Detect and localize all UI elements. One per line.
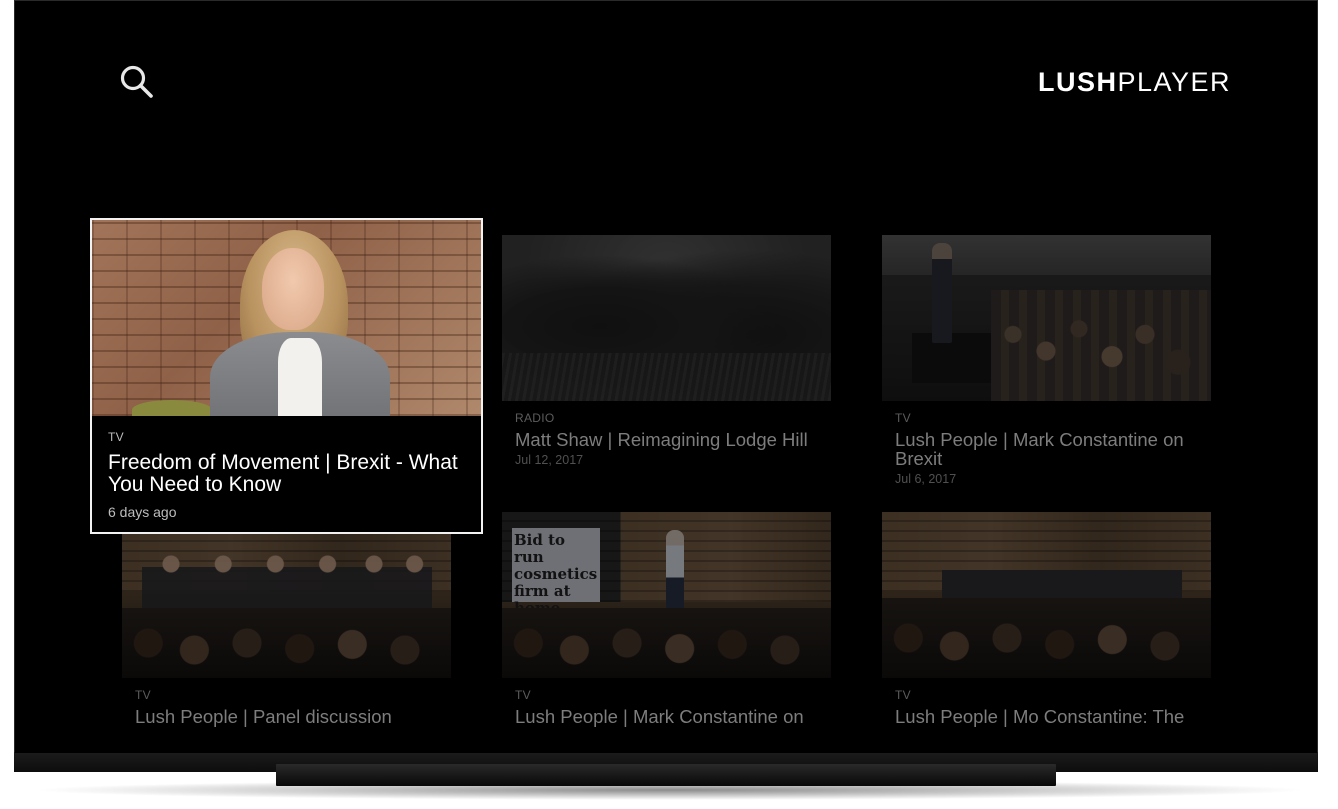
video-card-mo-constantine[interactable]: TV Lush People | Mo Constantine: The [882, 512, 1211, 726]
card-date: Jul 12, 2017 [515, 453, 584, 467]
video-thumbnail [882, 512, 1211, 678]
card-meta: TV Lush People | Panel discussion [122, 678, 451, 726]
card-meta: RADIO Matt Shaw | Reimagining Lodge Hill… [502, 401, 831, 467]
video-thumbnail [92, 220, 481, 416]
thumbnail-sign: Bid to run cosmetics firm at home [512, 528, 600, 617]
card-meta: TV Lush People | Mark Constantine on Bre… [882, 401, 1211, 486]
search-button[interactable] [118, 63, 156, 101]
card-category: TV [895, 411, 911, 425]
thumbnail-person-shirt [278, 338, 322, 416]
card-category: TV [135, 688, 151, 702]
video-card-mark-constantine[interactable]: Bid to run cosmetics firm at home TV Lus… [502, 512, 831, 726]
thumbnail-sofa [942, 570, 1182, 598]
thumbnail-crowd [991, 290, 1211, 401]
thumbnail-panelists [142, 552, 432, 612]
thumbnail-ground [502, 353, 831, 401]
video-card-freedom-of-movement[interactable]: TV Freedom of Movement | Brexit - What Y… [90, 218, 483, 534]
thumbnail-stage [912, 333, 1022, 383]
card-category: TV [895, 688, 911, 702]
search-icon [120, 65, 153, 98]
card-title: Lush People | Mo Constantine: The [895, 706, 1185, 727]
video-thumbnail [502, 235, 831, 401]
card-title: Lush People | Mark Constantine on [515, 706, 804, 727]
video-thumbnail [882, 235, 1211, 401]
thumbnail-audience [502, 608, 831, 678]
thumbnail-wood-wall [502, 512, 831, 602]
thumbnail-audience [882, 598, 1211, 678]
thumbnail-tent [882, 235, 1211, 275]
thumbnail-person-face [262, 248, 324, 330]
card-date: 6 days ago [108, 504, 177, 520]
thumbnail-speaker [666, 530, 684, 616]
logo-light-text: PLAYER [1117, 67, 1231, 97]
logo-bold-text: LUSH [1037, 67, 1118, 97]
card-meta: TV Freedom of Movement | Brexit - What Y… [92, 416, 481, 532]
card-meta: TV Lush People | Mark Constantine on [502, 678, 831, 726]
video-thumbnail [122, 512, 451, 678]
card-title: Lush People | Panel discussion [135, 706, 392, 727]
card-category: TV [108, 430, 124, 444]
tv-stand [276, 764, 1056, 786]
video-card-panel-discussion[interactable]: TV Lush People | Panel discussion [122, 512, 451, 726]
card-category: TV [515, 688, 531, 702]
card-title: Freedom of Movement | Brexit - What You … [108, 451, 458, 496]
thumbnail-audience [122, 608, 451, 678]
app-logo: LUSHPLAYER [1038, 67, 1231, 98]
card-meta: TV Lush People | Mo Constantine: The [882, 678, 1211, 726]
card-category: RADIO [515, 411, 555, 425]
card-title: Matt Shaw | Reimagining Lodge Hill [515, 429, 808, 450]
video-thumbnail: Bid to run cosmetics firm at home [502, 512, 831, 678]
thumbnail-chair [132, 400, 212, 416]
tv-screen: LUSHPLAYER TV Freedom of Movement | Brex… [15, 1, 1317, 753]
card-date: Jul 6, 2017 [895, 472, 957, 486]
thumbnail-speaker [932, 243, 952, 343]
thumbnail-wood-wall [882, 512, 1211, 592]
video-card-mark-constantine-brexit[interactable]: TV Lush People | Mark Constantine on Bre… [882, 235, 1211, 486]
card-title: Lush People | Mark Constantine on Brexit [895, 429, 1184, 469]
video-card-lodge-hill[interactable]: RADIO Matt Shaw | Reimagining Lodge Hill… [502, 235, 831, 467]
